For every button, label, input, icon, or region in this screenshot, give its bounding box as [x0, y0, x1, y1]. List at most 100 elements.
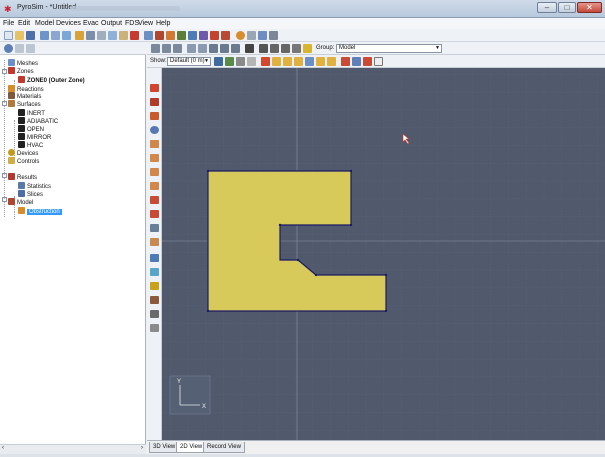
obstruction-vertex[interactable]: [384, 309, 388, 313]
tree-item-surface-mirror[interactable]: MIRROR: [18, 133, 51, 141]
window-icon[interactable]: [150, 210, 159, 218]
block-icon[interactable]: [150, 112, 159, 120]
tree-item-surface-adiabatic[interactable]: ADIABATIC: [18, 117, 58, 125]
hole-icon[interactable]: [150, 182, 159, 190]
view-iso-icon[interactable]: [187, 44, 196, 53]
fan-icon[interactable]: [150, 238, 159, 246]
tree-item-surface-inert[interactable]: INERT: [18, 109, 45, 117]
vent-icon[interactable]: [150, 98, 159, 106]
surface-tool-icon[interactable]: [177, 31, 186, 40]
delete-icon[interactable]: [130, 31, 139, 40]
obstruction-tool-icon[interactable]: [155, 31, 164, 40]
tree-horizontal-scrollbar[interactable]: ‹ ›: [0, 444, 146, 454]
menu-view[interactable]: View: [138, 19, 153, 28]
obstruction-vertex[interactable]: [314, 273, 318, 277]
zoom-tool-icon[interactable]: [270, 44, 279, 53]
filter-icon[interactable]: [15, 44, 24, 53]
close-button[interactable]: ✕: [577, 2, 602, 13]
tree-item-surface-hvac[interactable]: HVAC: [18, 141, 43, 149]
obstruction-vertex[interactable]: [296, 258, 300, 262]
layers-icon[interactable]: [236, 57, 245, 66]
select-obstruction-icon[interactable]: [150, 84, 159, 92]
orbit-tool-icon[interactable]: [292, 44, 301, 53]
tree-item-statistics[interactable]: Statistics: [18, 182, 51, 190]
stair-icon[interactable]: [150, 224, 159, 232]
coordinate-icon[interactable]: [150, 324, 159, 332]
print-icon[interactable]: [62, 31, 71, 40]
menu-output[interactable]: Output: [101, 19, 122, 28]
draw-hole-icon[interactable]: [327, 57, 336, 66]
import-icon[interactable]: [40, 31, 49, 40]
tree-item-results[interactable]: Results: [8, 173, 37, 181]
open-folder-icon[interactable]: [15, 31, 24, 40]
surfaces-expander[interactable]: -: [2, 101, 7, 106]
obstruction-vertex[interactable]: [206, 169, 210, 173]
draw-room-icon[interactable]: [283, 57, 292, 66]
measure-icon[interactable]: [150, 310, 159, 318]
menu-evac[interactable]: Evac: [83, 19, 99, 28]
export-icon[interactable]: [51, 31, 60, 40]
fire-icon[interactable]: [166, 31, 175, 40]
tree-item-materials[interactable]: Materials: [8, 92, 41, 100]
draw-stair-icon[interactable]: [363, 57, 372, 66]
obstruction-vertex[interactable]: [278, 223, 282, 227]
pan-tool-icon[interactable]: [259, 44, 268, 53]
undo-icon[interactable]: [75, 31, 84, 40]
minimize-button[interactable]: –: [537, 2, 557, 13]
copy-icon[interactable]: [108, 31, 117, 40]
fit-view-icon[interactable]: [303, 44, 312, 53]
tree-item-obstruction[interactable]: Obstruction: [18, 207, 62, 215]
run-simulation-icon[interactable]: [236, 31, 245, 40]
menu-help[interactable]: Help: [156, 19, 170, 28]
results-expander[interactable]: -: [2, 173, 7, 178]
wall-icon[interactable]: [150, 140, 159, 148]
snap-icon[interactable]: [225, 57, 234, 66]
paste-icon[interactable]: [119, 31, 128, 40]
room-tool-icon[interactable]: [221, 31, 230, 40]
scroll-left-icon[interactable]: ‹: [2, 445, 4, 451]
scroll-right-icon[interactable]: ›: [141, 445, 143, 451]
obstruction-vertex[interactable]: [384, 273, 388, 277]
mesh-tool-icon[interactable]: [144, 31, 153, 40]
view-wire-icon[interactable]: [198, 44, 207, 53]
tree-item-zone0[interactable]: ZONE0 (Outer Zone): [18, 76, 85, 84]
tree-item-devices[interactable]: Devices: [8, 149, 38, 157]
draw-device-icon[interactable]: [341, 57, 350, 66]
room-icon[interactable]: [150, 168, 159, 176]
model-expander[interactable]: -: [2, 197, 7, 202]
view-top-icon[interactable]: [151, 44, 160, 53]
vent-tool-icon[interactable]: [199, 31, 208, 40]
zoom-box-icon[interactable]: [281, 44, 290, 53]
tab-2d-view[interactable]: 2D View: [176, 442, 207, 453]
smoke-detector-icon[interactable]: [150, 296, 159, 304]
overflow-icon[interactable]: [269, 31, 278, 40]
grid-icon[interactable]: [214, 57, 223, 66]
heat-detector-icon[interactable]: [150, 282, 159, 290]
annotation-icon[interactable]: [374, 57, 383, 66]
draw-door-icon[interactable]: [352, 57, 361, 66]
menu-file[interactable]: File: [3, 19, 14, 28]
show-select[interactable]: Default (0 m) ▼: [167, 57, 211, 66]
view-smooth-icon[interactable]: [220, 44, 229, 53]
obstruction-vertex[interactable]: [349, 169, 353, 173]
maximize-button[interactable]: □: [558, 2, 576, 13]
draw-block-icon[interactable]: [316, 57, 325, 66]
view-side-icon[interactable]: [173, 44, 182, 53]
obstruction-vertex[interactable]: [206, 309, 210, 313]
new-file-icon[interactable]: [4, 31, 13, 40]
menu-devices[interactable]: Devices: [56, 19, 81, 28]
transparency-icon[interactable]: [247, 57, 256, 66]
menu-edit[interactable]: Edit: [18, 19, 30, 28]
tab-3d-view[interactable]: 3D View: [149, 442, 180, 453]
zones-expander[interactable]: -: [2, 69, 7, 74]
menu-fds[interactable]: FDS: [125, 19, 139, 28]
navigation-view-icon[interactable]: [4, 44, 13, 53]
tree-item-model[interactable]: Model: [8, 198, 33, 206]
draw-wall-icon[interactable]: [272, 57, 281, 66]
tree-item-controls[interactable]: Controls: [8, 157, 39, 165]
sprinkler-icon[interactable]: [150, 268, 159, 276]
draw-slab-icon[interactable]: [294, 57, 303, 66]
collapse-icon[interactable]: [26, 44, 35, 53]
draw-obstruction-icon[interactable]: [261, 57, 270, 66]
redo-icon[interactable]: [86, 31, 95, 40]
